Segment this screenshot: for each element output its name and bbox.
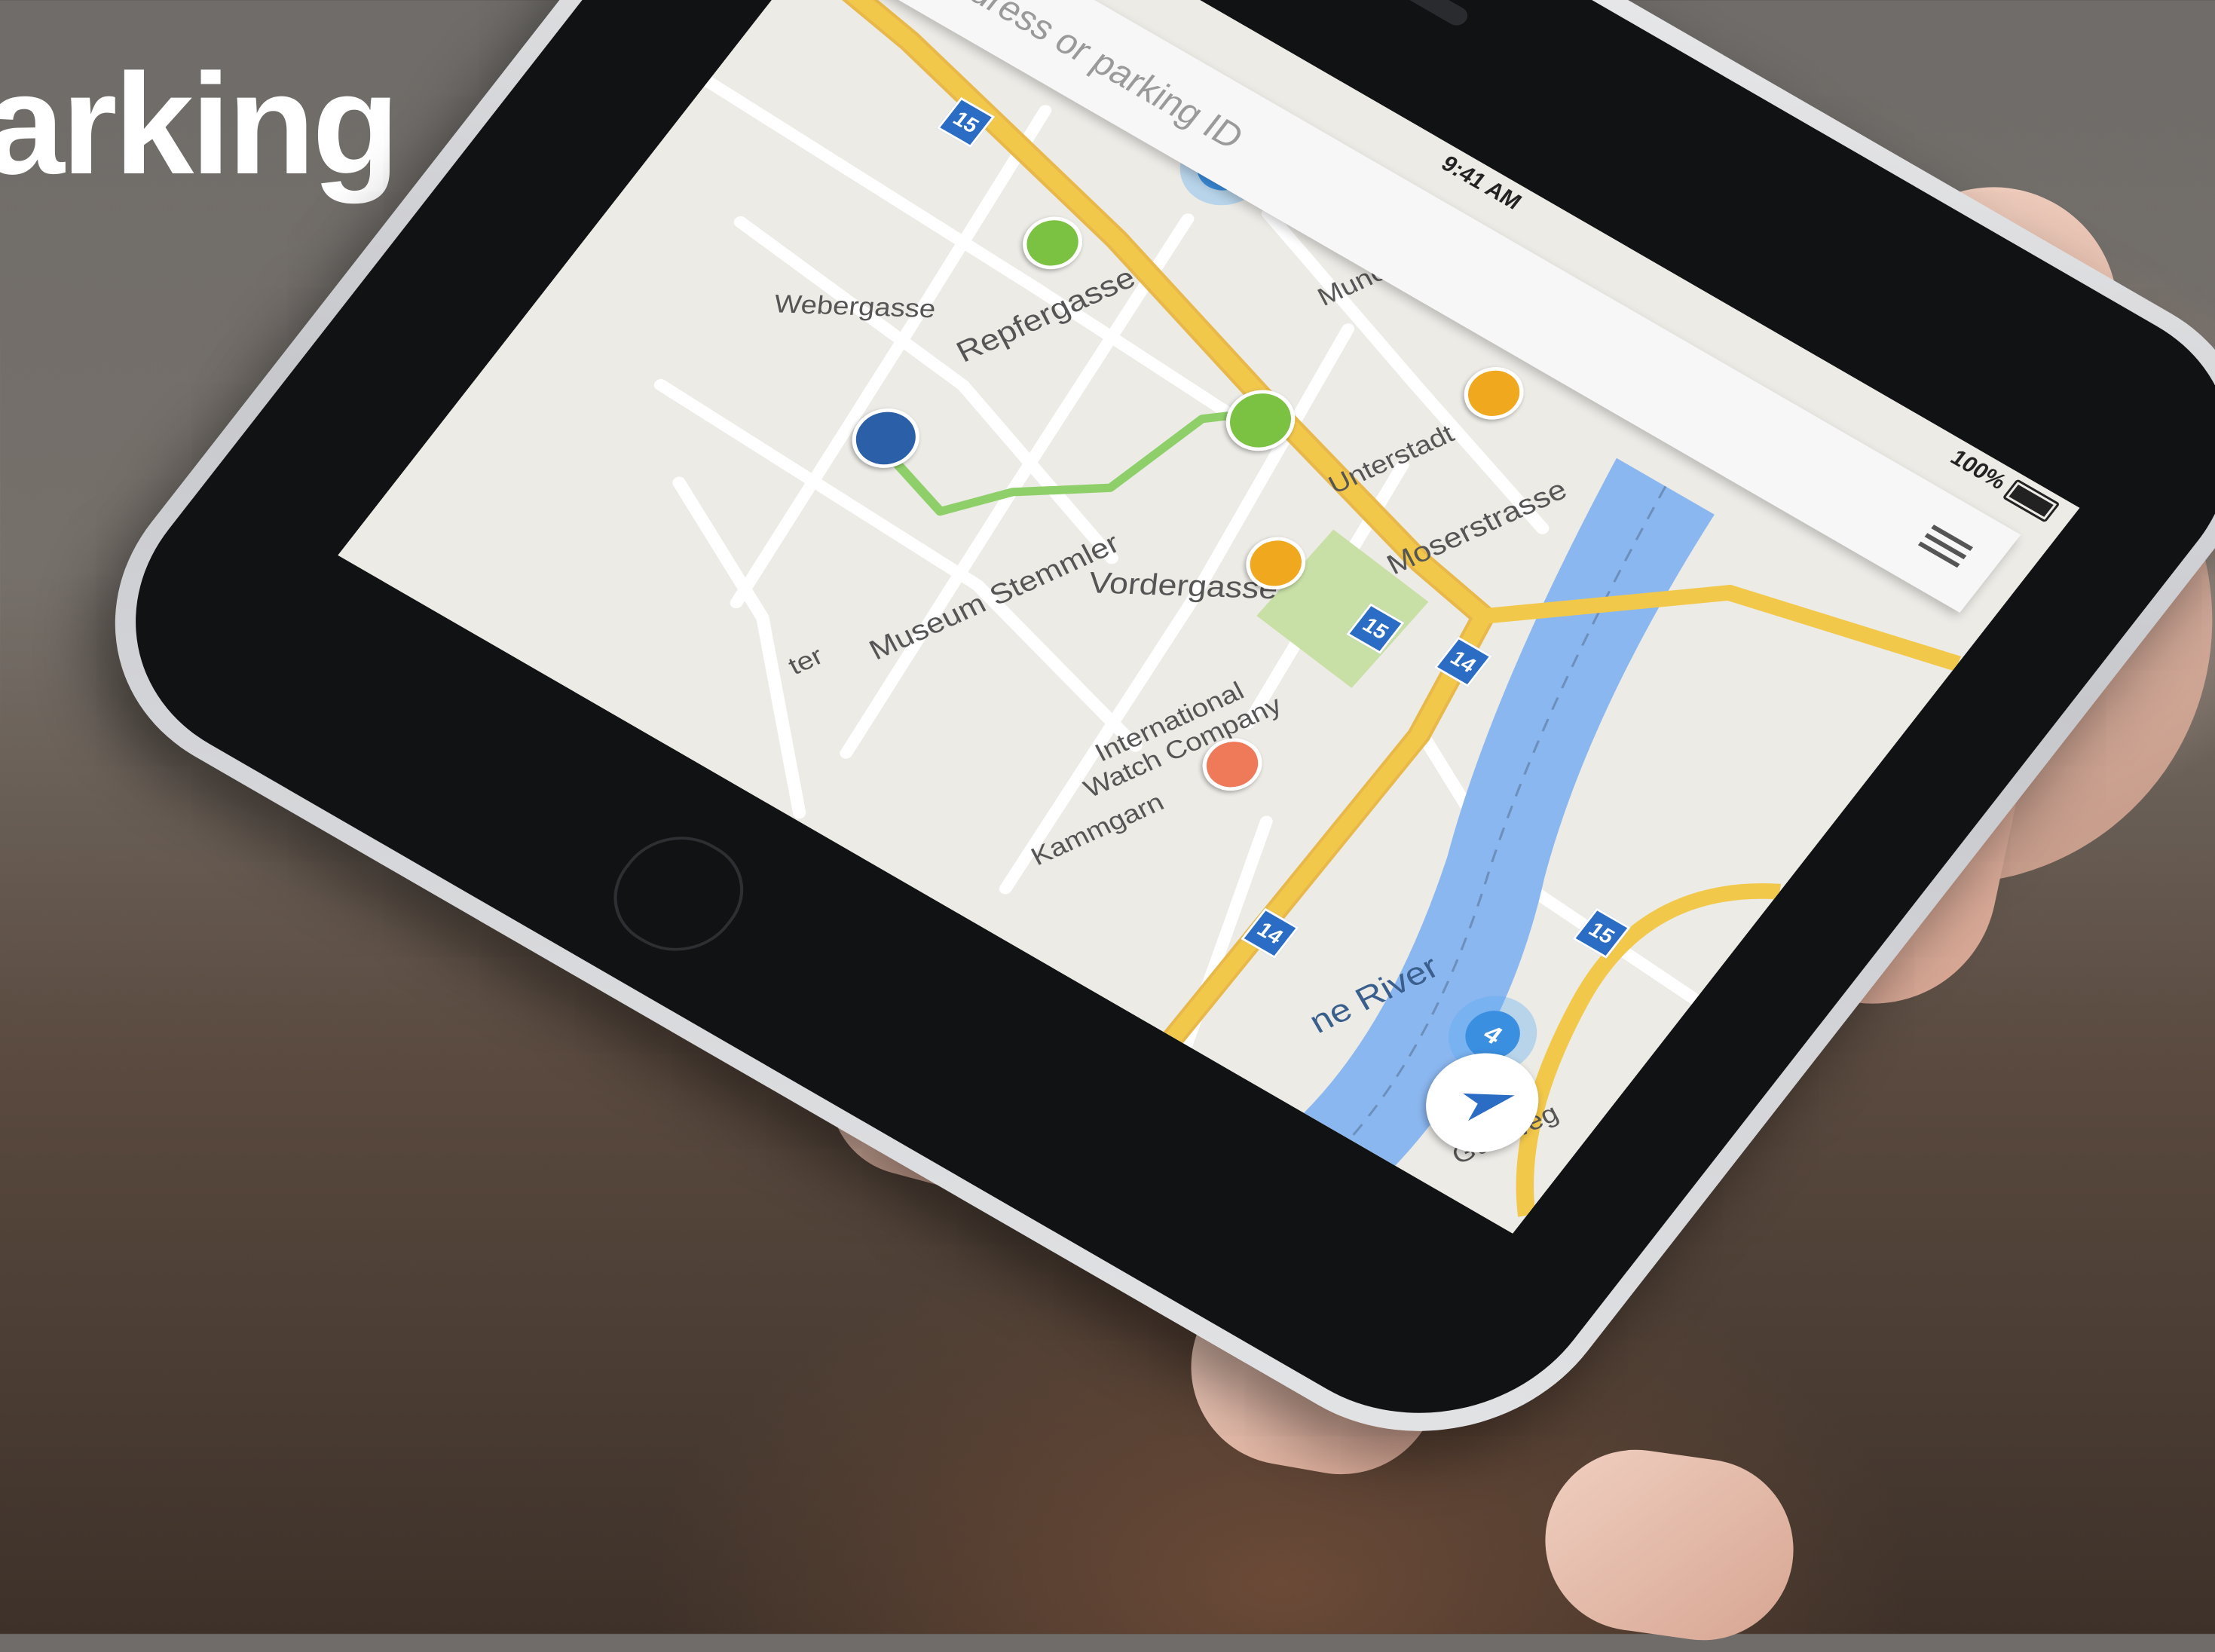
navigation-arrow-icon [1463,1093,1515,1121]
hamburger-menu-icon[interactable] [1912,520,1977,575]
phone-container: Webergasse Repfergasse Museum Stemmler V… [0,0,2215,1634]
phone-device: Webergasse Repfergasse Museum Stemmler V… [38,0,2215,1496]
street-label-webergasse: Webergasse [772,289,938,323]
earpiece-speaker [1309,0,1472,29]
home-button[interactable] [589,816,767,971]
